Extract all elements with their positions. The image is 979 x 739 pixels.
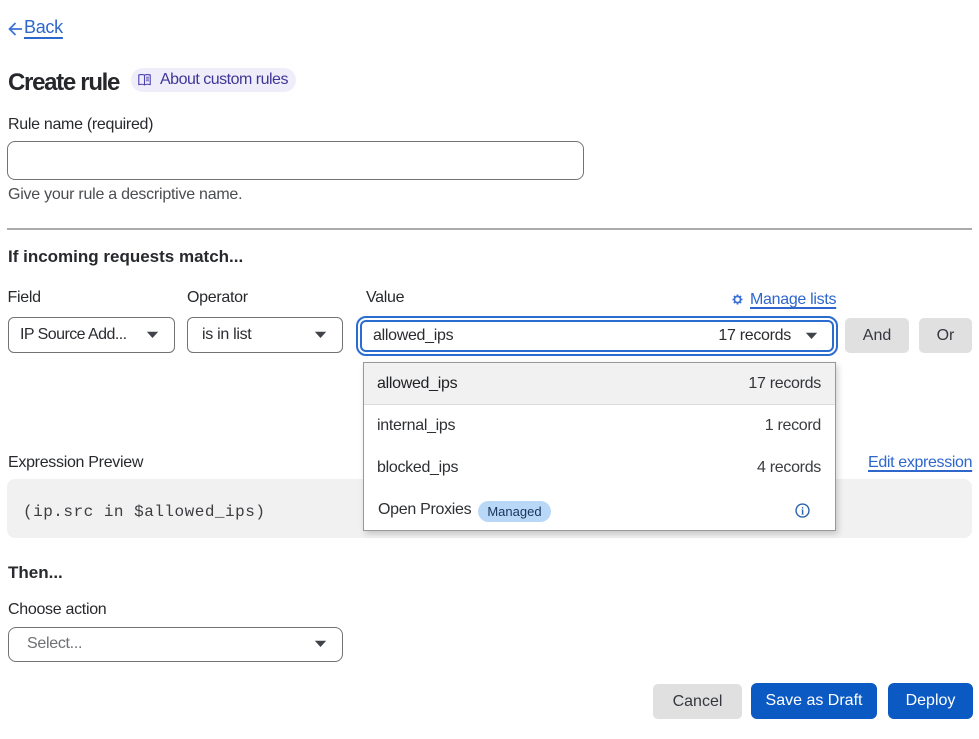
svg-text:i: i [801,506,804,517]
